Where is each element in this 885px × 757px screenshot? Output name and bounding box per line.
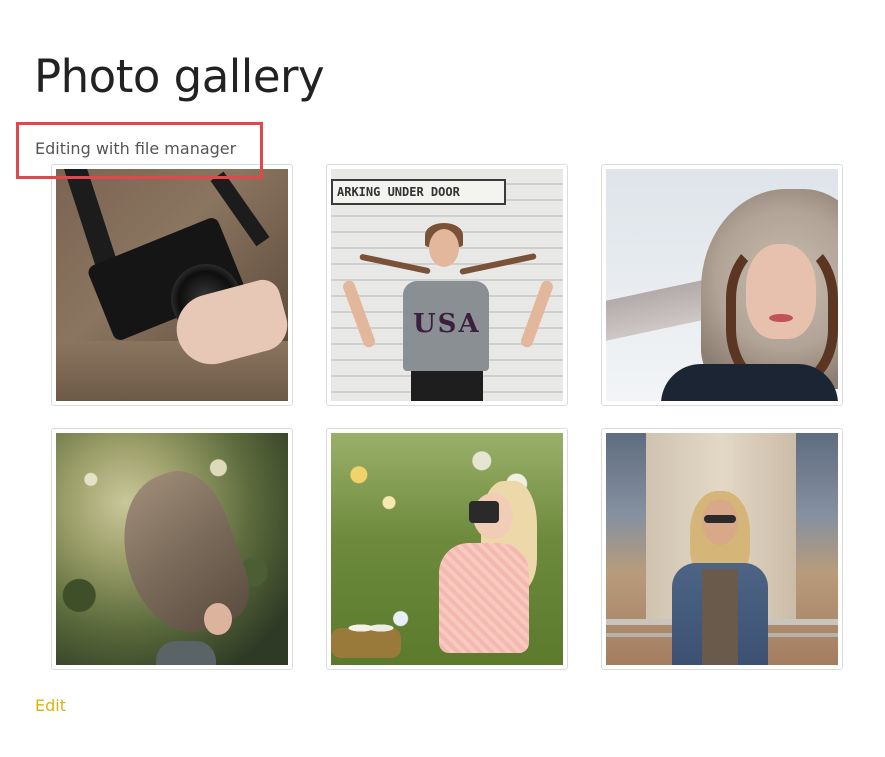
- gallery-thumbnail-2[interactable]: ARKING UNDER DOOR USA: [326, 164, 568, 406]
- photo-camera-sweater: [56, 169, 288, 401]
- photo-shirt-text: USA: [413, 309, 481, 339]
- photo-detail: [606, 277, 716, 341]
- photo-detail: [346, 618, 396, 638]
- gallery-thumbnail-6[interactable]: [601, 428, 843, 670]
- photo-detail: [746, 244, 816, 339]
- photo-fur-hood: [606, 169, 838, 401]
- photo-detail: [704, 515, 736, 523]
- photo-detail: [459, 252, 537, 276]
- photo-detail: [769, 314, 793, 322]
- photo-detail: [661, 364, 838, 401]
- photo-hair-flip: [56, 433, 288, 665]
- photo-detail: [204, 603, 232, 635]
- gallery-thumbnail-4[interactable]: [51, 428, 293, 670]
- photo-detail: [469, 501, 499, 523]
- photo-detail: [341, 279, 377, 349]
- gallery-thumbnail-3[interactable]: [601, 164, 843, 406]
- gallery-thumbnail-5[interactable]: [326, 428, 568, 670]
- photo-detail: [411, 371, 483, 401]
- photo-girl-camera: [331, 433, 563, 665]
- photo-usa-shirt: ARKING UNDER DOOR USA: [331, 169, 563, 401]
- gallery-thumbnail-1[interactable]: [51, 164, 293, 406]
- edit-link[interactable]: Edit: [35, 696, 66, 715]
- page-title: Photo gallery: [34, 50, 325, 103]
- photo-detail: [702, 569, 738, 665]
- photo-detail: [359, 253, 431, 275]
- page: Photo gallery Editing with file manager …: [0, 0, 885, 757]
- photo-detail: [439, 543, 529, 653]
- photo-detail: [519, 279, 555, 349]
- photo-sign-text: ARKING UNDER DOOR: [331, 179, 506, 205]
- photo-detail: [429, 229, 459, 267]
- photo-woman-pillar: [606, 433, 838, 665]
- photo-detail: [156, 641, 216, 665]
- gallery-subtitle: Editing with file manager: [35, 139, 237, 158]
